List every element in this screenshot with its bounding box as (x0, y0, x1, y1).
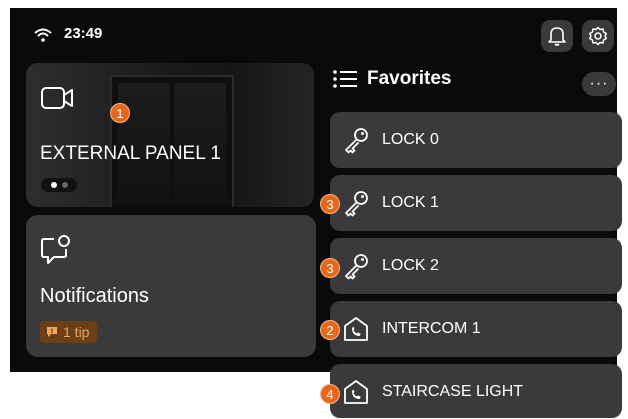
favorite-label: LOCK 0 (382, 131, 439, 148)
favorite-label: STAIRCASE LIGHT (382, 383, 524, 400)
camera-card[interactable]: 1 EXTERNAL PANEL 1 (26, 63, 314, 207)
favorite-label: LOCK 1 (382, 194, 439, 211)
favorite-item-intercom-1[interactable]: INTERCOM 1 (330, 301, 622, 357)
favorites-title: Favorites (367, 68, 452, 89)
tip-icon (47, 327, 57, 337)
favorite-item-lock-2[interactable]: LOCK 2 (330, 238, 622, 294)
favorite-item-lock-1[interactable]: LOCK 1 (330, 175, 622, 231)
camera-preview (110, 75, 234, 207)
key-icon (345, 254, 368, 280)
hint-badge: 4 (320, 384, 340, 404)
tip-badge[interactable]: 1 tip (40, 321, 98, 343)
key-icon (345, 128, 368, 154)
list-icon (333, 70, 357, 88)
favorite-item-staircase-light[interactable]: STAIRCASE LIGHT (330, 364, 622, 418)
hint-badge: 3 (320, 194, 340, 214)
page-indicator (41, 178, 77, 192)
gear-icon (588, 26, 608, 46)
message-icon (41, 235, 70, 264)
device-screen: 23:49 1 EXTERNAL PANEL 1 Notifications 1… (10, 8, 622, 372)
favorites-header: Favorites (333, 68, 451, 90)
hint-badge: 2 (320, 320, 340, 340)
notifications-button[interactable] (541, 20, 573, 52)
favorite-label: LOCK 2 (382, 257, 439, 274)
camera-label: EXTERNAL PANEL 1 (40, 143, 221, 164)
clock: 23:49 (64, 25, 103, 42)
notifications-card[interactable]: Notifications 1 tip (26, 215, 316, 357)
intercom-icon (344, 317, 368, 341)
intercom-icon (344, 380, 368, 404)
tip-label: 1 tip (63, 324, 90, 340)
settings-button[interactable] (582, 20, 614, 52)
video-camera-icon (41, 87, 73, 109)
page-dot (61, 182, 68, 188)
favorite-label: INTERCOM 1 (382, 320, 481, 337)
page-dot-active (50, 182, 57, 188)
status-bar: 23:49 (10, 8, 617, 60)
wifi-icon (34, 28, 52, 42)
favorite-item-lock-0[interactable]: LOCK 0 (330, 112, 622, 168)
hint-badge: 1 (110, 103, 130, 123)
key-icon (345, 191, 368, 217)
more-button[interactable]: ··· (582, 72, 616, 96)
bell-icon (548, 27, 566, 46)
hint-badge: 3 (320, 258, 340, 278)
notifications-label: Notifications (40, 285, 149, 307)
